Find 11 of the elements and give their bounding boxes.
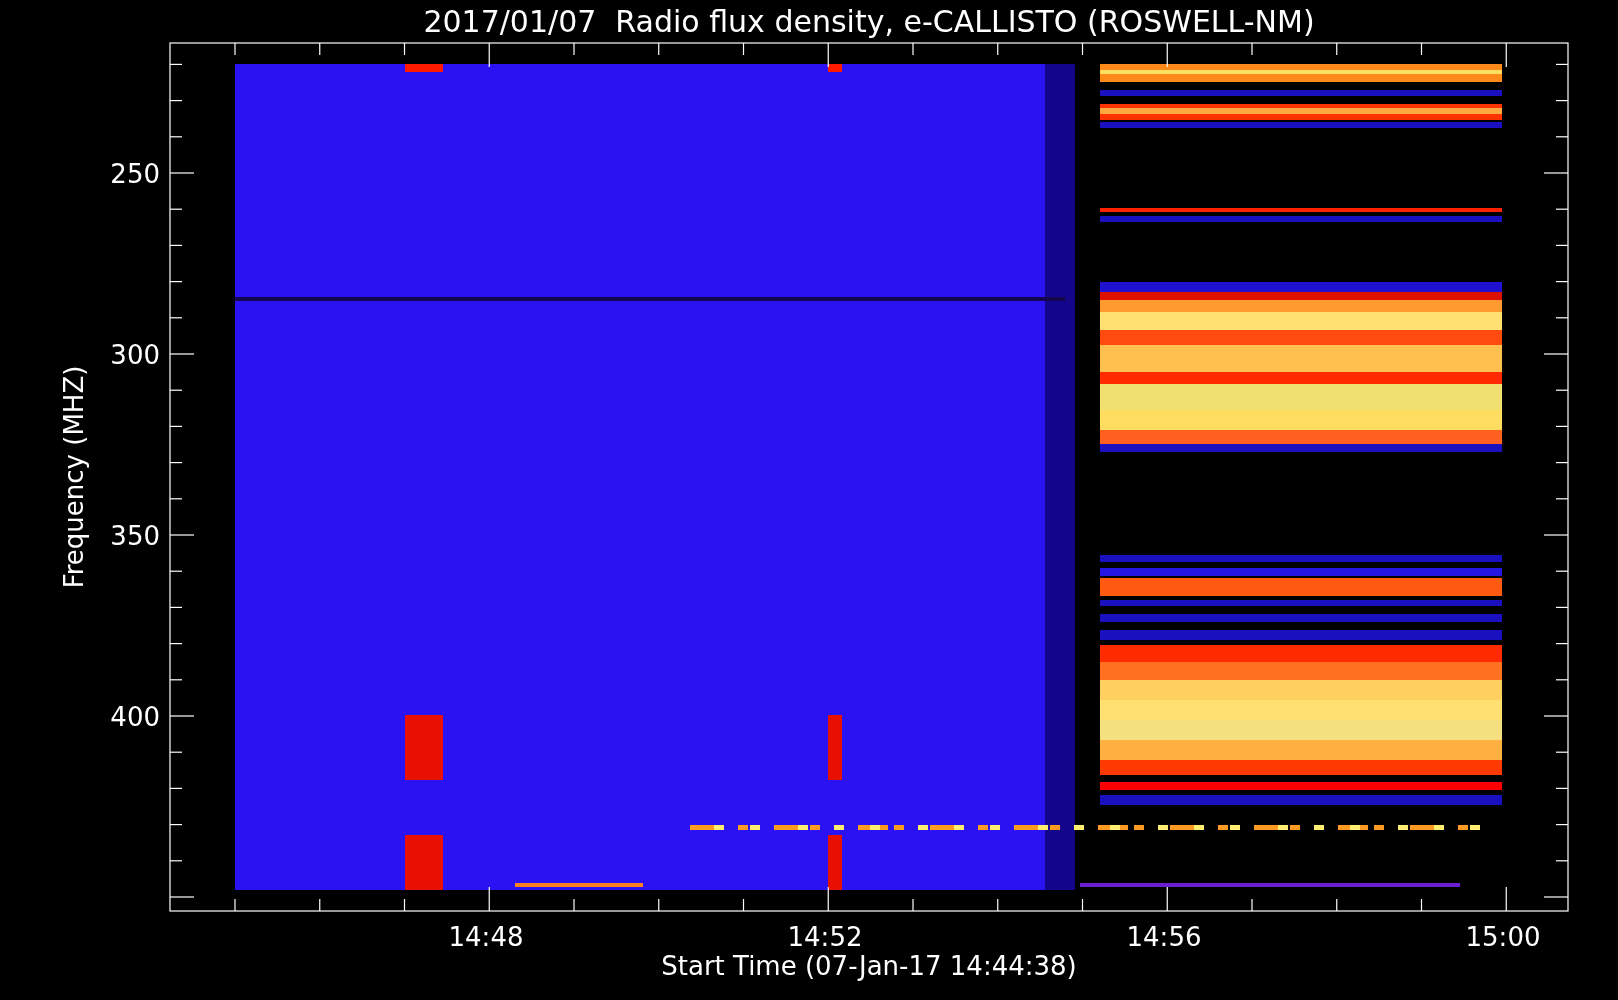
y-tick-label: 300 xyxy=(110,340,160,370)
x-tick-label: 15:00 xyxy=(1465,922,1541,952)
x-axis-label: Start Time (07-Jan-17 14:44:38) xyxy=(661,951,1077,981)
x-tick-label: 14:52 xyxy=(787,922,863,952)
chart-title: 2017/01/07 Radio flux density, e-CALLISTO (ROSWELL-NM) xyxy=(423,4,1315,39)
y-axis-label: Frequency (MHZ) xyxy=(59,365,89,589)
y-tick-label: 400 xyxy=(110,702,160,732)
x-tick-label: 14:56 xyxy=(1126,922,1202,952)
y-tick-label: 350 xyxy=(110,521,160,551)
y-tick-label: 250 xyxy=(110,159,160,189)
x-tick-label: 14:48 xyxy=(448,922,524,952)
